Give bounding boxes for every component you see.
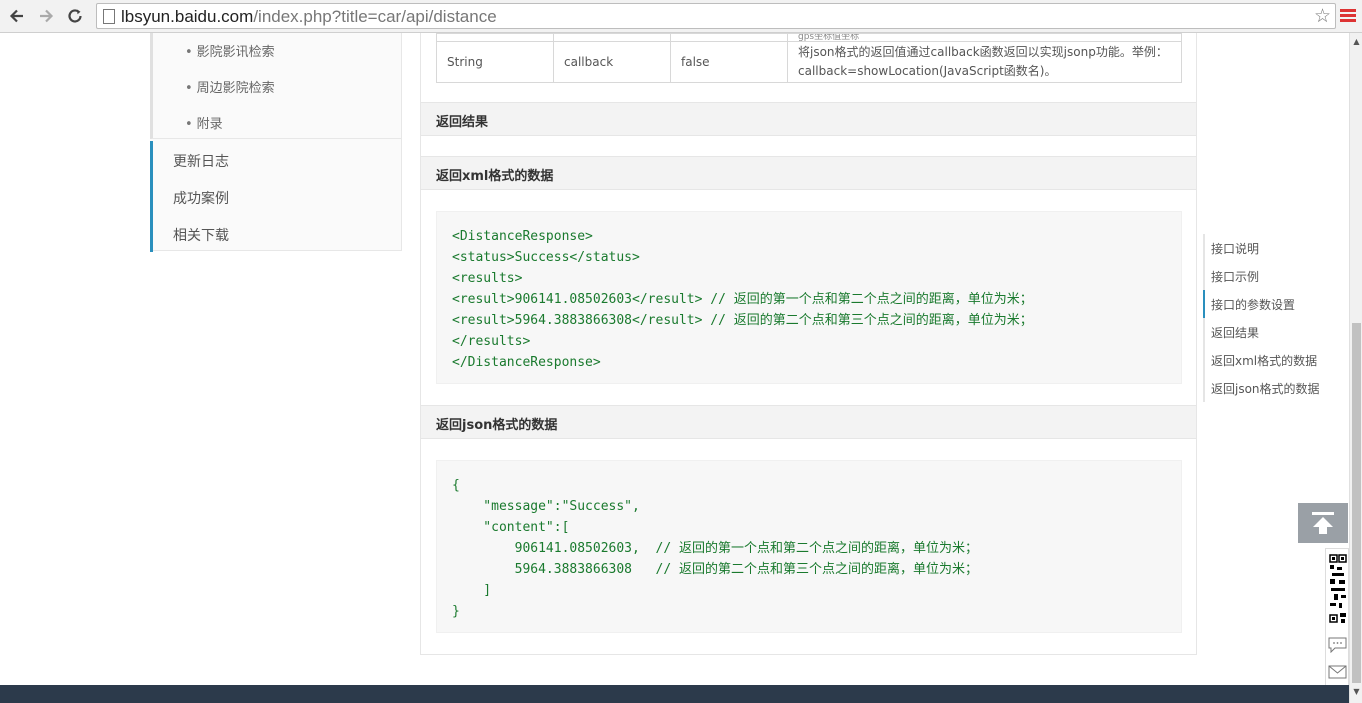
toc-item-label: 返回xml格式的数据 [1211,354,1318,368]
back-to-top-icon [1312,512,1334,534]
toc-item-api-desc[interactable]: 接口说明 [1203,234,1333,262]
code-line: "message":"Success", [452,499,640,514]
code-line: <results> [452,271,523,286]
back-arrow-icon[interactable] [6,6,28,26]
description-line: 将json格式的返回值通过callback函数返回以实现jsonp功能。举例： [798,45,1168,59]
table-cell-description: 将json格式的返回值通过callback函数返回以实现jsonp功能。举例： … [787,41,1182,83]
sidebar-item-cases[interactable]: 成功案例 [150,178,402,215]
code-line: ] [452,583,492,598]
address-bar[interactable]: lbsyun.baidu.com/index.php?title=car/api… [96,3,1336,29]
browser-toolbar: lbsyun.baidu.com/index.php?title=car/api… [0,0,1362,33]
code-line: "content":[ [452,520,570,535]
feedback-icon[interactable] [1328,637,1347,653]
section-title: 返回xml格式的数据 [436,169,554,184]
sidebar-item-downloads[interactable]: 相关下载 [150,215,402,252]
code-line: 5964.3883866308 // 返回的第二个点和第三个点之间的距离，单位为… [452,562,978,577]
menu-icon[interactable] [1340,9,1356,23]
scroll-up-icon[interactable]: ▲ [1352,37,1361,47]
table-row: String callback false 将json格式的返回值通过callb… [436,41,1182,83]
back-to-top-button[interactable] [1298,503,1348,543]
json-code-block: { "message":"Success", "content":[ 90614… [436,460,1182,633]
code-line: </DistanceResponse> [452,355,601,370]
reload-icon[interactable] [64,6,86,26]
qr-code-icon[interactable] [1329,553,1347,625]
mail-icon[interactable] [1328,664,1347,680]
xml-code-block: <DistanceResponse> <status>Success</stat… [436,211,1182,384]
scroll-down-icon[interactable]: ▼ [1352,687,1361,697]
table-cell-required: false [670,41,788,83]
star-icon[interactable]: ☆ [1314,5,1331,27]
page-footer [0,685,1349,703]
scroll-thumb[interactable] [1352,323,1361,683]
toc-item-json[interactable]: 返回json格式的数据 [1203,374,1333,402]
code-line: <result>5964.3883866308</result> // 返回的第… [452,313,1033,328]
toc-item-params[interactable]: 接口的参数设置 [1203,290,1333,318]
code-line: <result>906141.08502603</result> // 返回的第… [452,292,1033,307]
forward-arrow-icon[interactable] [35,6,57,26]
toc-item-label: 接口的参数设置 [1211,298,1296,312]
code-line: </results> [452,334,531,349]
sidebar-subitem-appendix[interactable]: 附录 [185,113,223,132]
table-cell-type: String [436,41,554,83]
sidebar-item-label: 相关下载 [173,228,229,244]
section-heading-result: 返回结果 [421,102,1196,136]
page-scrollbar[interactable]: ▲ ▼ [1349,33,1362,703]
left-sidebar: 影院影讯检索 周边影院检索 附录 更新日志 成功案例 相关下载 [150,33,402,252]
toc-item-api-example[interactable]: 接口示例 [1203,262,1333,290]
toc-item-label: 返回结果 [1211,326,1260,340]
sidebar-subsection: 影院影讯检索 周边影院检索 附录 [150,33,402,139]
url-text[interactable]: lbsyun.baidu.com/index.php?title=car/api… [121,7,497,27]
code-line: <DistanceResponse> [452,229,593,244]
toc-item-label: 接口示例 [1211,270,1260,284]
code-line: 906141.08502603, // 返回的第一个点和第二个点之间的距离，单位… [452,541,978,556]
sidebar-item-changelog[interactable]: 更新日志 [150,141,402,178]
section-title: 返回结果 [436,115,489,130]
section-heading-xml: 返回xml格式的数据 [421,156,1196,190]
section-title: 返回json格式的数据 [436,418,558,433]
table-cell-truncated: gps坐标值坐标 [787,33,1182,42]
toc-item-label: 接口说明 [1211,242,1260,256]
code-line: <status>Success</status> [452,250,640,265]
code-line: { [452,478,460,493]
sidebar-subitem-nearby-cinema[interactable]: 周边影院检索 [185,77,275,96]
page-icon [103,9,115,24]
section-heading-json: 返回json格式的数据 [421,405,1196,439]
main-content: gps坐标值坐标 String callback false 将json格式的返… [420,33,1197,655]
table-row: gps坐标值坐标 [436,33,1182,42]
toc-item-xml[interactable]: 返回xml格式的数据 [1203,346,1333,374]
params-table: gps坐标值坐标 String callback false 将json格式的返… [436,33,1182,83]
description-line: callback=showLocation(JavaScript函数名)。 [798,64,1057,78]
sidebar-item-label: 成功案例 [173,191,229,207]
sidebar-item-label: 更新日志 [173,154,229,170]
toc-item-label: 返回json格式的数据 [1211,382,1320,396]
sidebar-subitem-cinema-info[interactable]: 影院影讯检索 [185,41,275,60]
table-cell-name: callback [553,41,671,83]
code-line: } [452,604,460,619]
toc-item-result[interactable]: 返回结果 [1203,318,1333,346]
